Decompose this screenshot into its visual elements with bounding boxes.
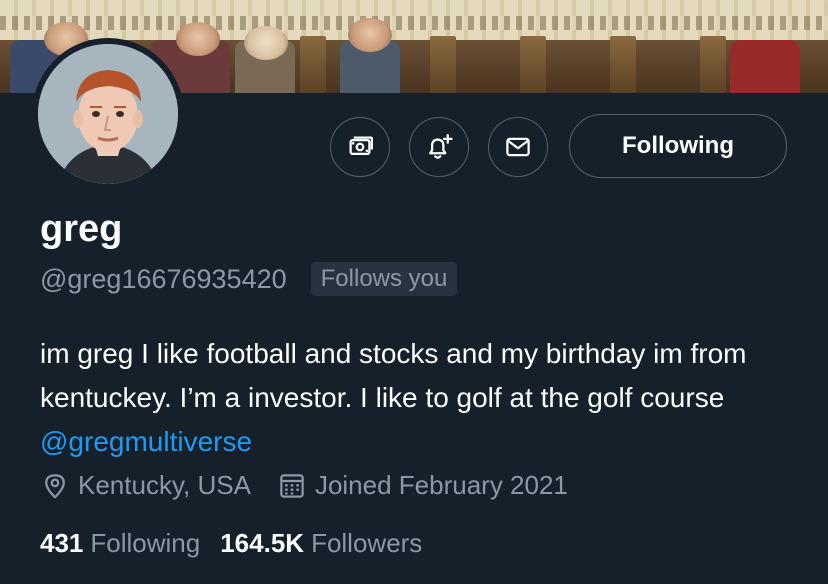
banner-table-leg <box>700 36 726 93</box>
bell-plus-icon <box>429 134 453 159</box>
followers-stat-link[interactable]: 164.5K Followers <box>220 528 422 559</box>
banner-face <box>348 18 392 52</box>
profile-name: greg <box>40 208 123 250</box>
joined-text: Joined February 2021 <box>314 470 568 500</box>
avatar[interactable] <box>32 38 184 190</box>
banner-pattern <box>0 16 828 30</box>
banner-table-leg <box>520 36 546 93</box>
banner-figure <box>730 40 800 93</box>
avatar-portrait <box>38 44 178 184</box>
profile-bio: im greg I like football and stocks and m… <box>40 332 810 464</box>
banner-table-leg <box>300 36 326 93</box>
banner-table-leg <box>430 36 456 93</box>
tip-button[interactable] <box>330 117 390 177</box>
location-item: Kentucky, USA <box>40 470 251 501</box>
envelope-icon <box>506 137 530 157</box>
bio-text: im greg I like football and stocks and m… <box>40 338 747 413</box>
location-text: Kentucky, USA <box>78 470 251 500</box>
joined-item: Joined February 2021 <box>277 470 568 501</box>
calendar-icon <box>280 473 304 498</box>
banner-face <box>176 22 220 56</box>
bio-mention-link[interactable]: @gregmultiverse <box>40 426 252 457</box>
handle-row: @greg16676935420 Follows you <box>40 262 458 296</box>
message-button[interactable] <box>488 117 548 177</box>
location-pin-icon <box>45 473 65 498</box>
profile-handle: @greg16676935420 <box>40 263 287 294</box>
banner-face <box>244 26 288 60</box>
followers-label: Followers <box>311 528 423 558</box>
profile-stats: 431 Following 164.5K Followers <box>40 528 422 559</box>
following-count: 431 <box>40 528 84 558</box>
followers-count: 164.5K <box>220 528 305 558</box>
avatar-photo <box>38 44 178 184</box>
following-stat-link[interactable]: 431 Following <box>40 528 200 559</box>
profile-page: Following greg @greg16676935420 Follows … <box>0 0 828 584</box>
follows-you-badge: Follows you <box>310 262 458 296</box>
notifications-button[interactable] <box>409 117 469 177</box>
banner-table-leg <box>610 36 636 93</box>
following-label: Following <box>90 528 201 558</box>
following-button[interactable]: Following <box>569 114 787 178</box>
money-icon <box>349 136 373 155</box>
profile-meta: Kentucky, USA Joined February 2021 <box>40 470 568 501</box>
